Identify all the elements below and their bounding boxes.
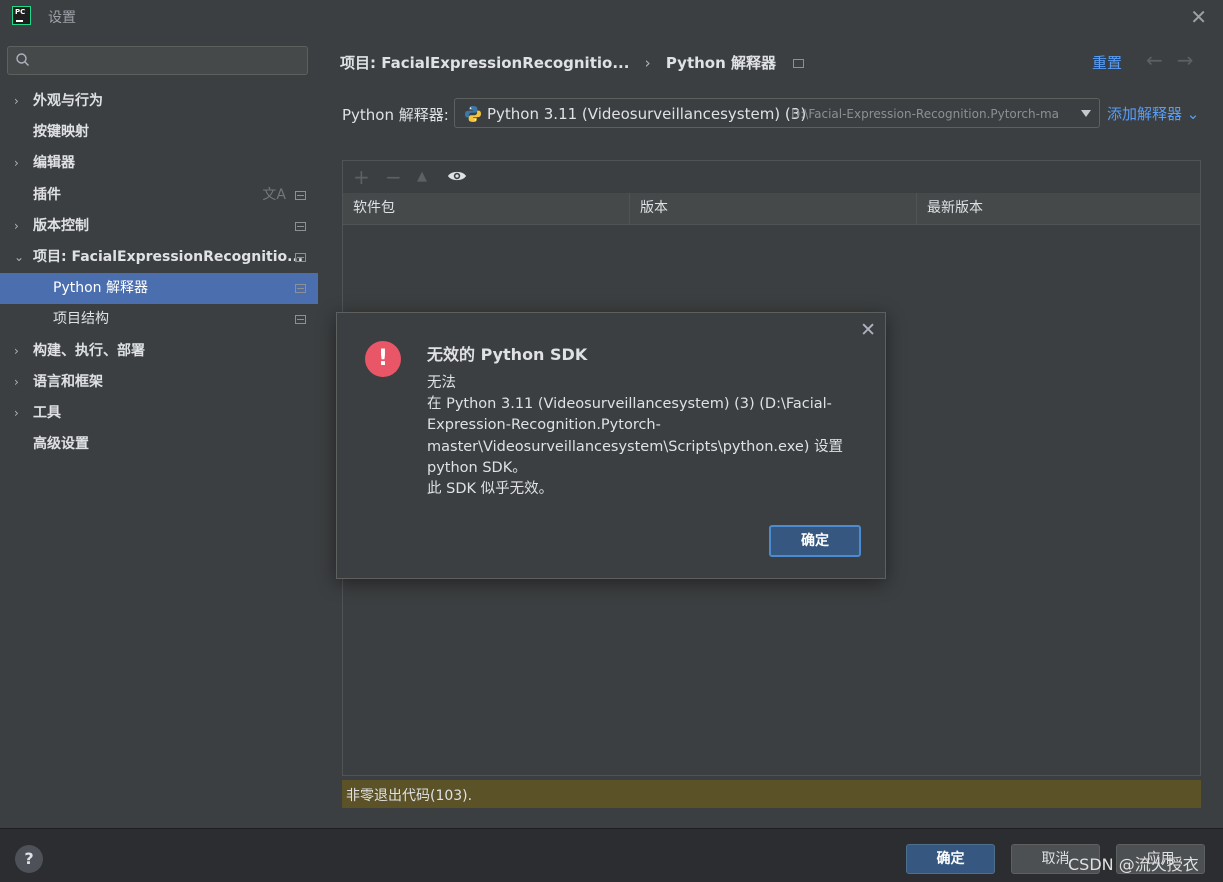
dialog-message-line: 此 SDK 似乎无效。 [427,481,554,498]
add-package-icon[interactable]: + [353,165,370,189]
sidebar-item-label: 高级设置 [33,436,89,453]
watermark: CSDN @流火授衣 [1068,855,1199,874]
interpreter-select[interactable]: Python 3.11 (Videosurveillancesystem) (3… [454,98,1100,128]
project-scope-icon [295,190,306,200]
chevron-right-icon: › [14,343,19,358]
project-scope-icon [295,252,306,262]
interpreter-label: Python 解释器: [342,106,449,124]
dialog-footer: ? 确定 取消 应用 [0,828,1223,882]
dialog-message-line: python SDK。 [427,459,527,476]
sidebar-item-label: 版本控制 [33,217,89,234]
breadcrumb-separator: › [644,54,651,72]
settings-sidebar: › 外观与行为 按键映射 › 编辑器 插件 文A › 版本控制 ⌄ 项目: Fa… [0,32,318,828]
window-title: 设置 [48,10,76,26]
sidebar-item-plugins[interactable]: 插件 文A [0,180,318,211]
translate-icon: 文A [262,186,286,203]
chevron-right-icon: › [14,374,19,389]
sidebar-item-label: 工具 [33,404,61,421]
dialog-ok-button[interactable]: 确定 [769,525,861,557]
search-icon [16,53,29,66]
dialog-message-line: 无法 [427,375,456,391]
sidebar-item-version-control[interactable]: › 版本控制 [0,211,318,242]
forward-arrow-icon[interactable]: → [1177,48,1208,72]
close-icon[interactable]: ✕ [860,319,876,341]
sidebar-item-python-interpreter[interactable]: Python 解释器 [0,273,318,305]
help-button[interactable]: ? [15,845,43,873]
sidebar-item-label: 外观与行为 [33,93,103,109]
sidebar-item-label: 项目结构 [53,311,109,328]
status-message: 非零退出代码(103). [346,788,473,804]
settings-search-input[interactable] [7,46,308,75]
sidebar-item-build[interactable]: › 构建、执行、部署 [0,336,318,367]
sidebar-item-editor[interactable]: › 编辑器 [0,148,318,179]
dialog-title: 无效的 Python SDK [427,345,588,364]
title-bar: PC 设置 ✕ [0,0,1223,32]
sidebar-item-appearance[interactable]: › 外观与行为 [0,86,318,117]
chevron-down-icon: ⌄ [14,249,25,264]
window-close-icon[interactable]: ✕ [1190,5,1207,29]
status-bar: 非零退出代码(103). [342,780,1201,808]
back-arrow-icon[interactable]: ← [1146,48,1177,72]
column-header-version[interactable]: 版本 [630,193,917,224]
column-header-latest-version[interactable]: 最新版本 [917,193,1200,224]
remove-package-icon[interactable]: − [385,165,402,189]
settings-nav-tree: › 外观与行为 按键映射 › 编辑器 插件 文A › 版本控制 ⌄ 项目: Fa… [0,86,318,460]
column-header-package[interactable]: 软件包 [343,193,630,224]
eye-icon[interactable] [447,169,467,183]
dialog-message: 无法 在 Python 3.11 (Videosurveillancesyste… [427,373,867,500]
packages-toolbar: + − ▲ [343,161,1200,194]
project-scope-icon [295,284,306,294]
chevron-right-icon: › [14,156,19,171]
dialog-message-line: Expression-Recognition.Pytorch- [427,417,661,434]
chevron-right-icon: › [14,405,19,420]
pycharm-logo-icon: PC [12,6,31,25]
packages-table-header: 软件包 版本 最新版本 [343,193,1200,225]
ok-button[interactable]: 确定 [906,844,995,874]
breadcrumb-item-project[interactable]: 项目: FacialExpressionRecognitio... [340,54,629,72]
sidebar-item-advanced[interactable]: 高级设置 [0,429,318,460]
sidebar-item-project-structure[interactable]: 项目结构 [0,304,318,335]
sidebar-item-label: 编辑器 [33,155,75,172]
reset-link[interactable]: 重置 [1092,52,1122,73]
chevron-right-icon: › [14,218,19,233]
back-forward-arrows: ←→ [1146,48,1208,72]
sidebar-item-label: 构建、执行、部署 [33,342,145,359]
project-scope-icon [295,221,306,231]
python-icon [465,106,481,122]
interpreter-path: D:\Facial-Expression-Recognition.Pytorch… [791,107,1060,121]
dropdown-caret-icon [1081,110,1091,117]
sidebar-item-label: 插件 [33,186,61,203]
project-scope-icon [793,59,805,68]
breadcrumb: 项目: FacialExpressionRecognitio... › Pyth… [340,52,805,73]
sidebar-item-label: 项目: FacialExpressionRecognitio... [33,248,304,265]
error-icon: ! [365,341,401,377]
sidebar-item-keymap[interactable]: 按键映射 [0,117,318,148]
dialog-message-line: 在 Python 3.11 (Videosurveillancesystem) … [427,396,832,413]
sidebar-item-tools[interactable]: › 工具 [0,398,318,429]
sidebar-item-languages[interactable]: › 语言和框架 [0,367,318,398]
breadcrumb-item-interpreter: Python 解释器 [665,54,776,72]
upgrade-package-icon[interactable]: ▲ [417,169,427,184]
sidebar-item-label: 按键映射 [33,124,89,141]
project-scope-icon [295,315,306,325]
invalid-sdk-dialog: ✕ ! 无效的 Python SDK 无法 在 Python 3.11 (Vid… [336,312,886,579]
add-interpreter-link[interactable]: 添加解释器 ⌄ [1107,103,1199,124]
sidebar-item-label: Python 解释器 [53,280,148,297]
sidebar-item-label: 语言和框架 [33,373,103,390]
chevron-right-icon: › [14,94,19,108]
interpreter-value: Python 3.11 (Videosurveillancesystem) (3… [487,105,807,123]
dialog-message-line: master\Videosurveillancesystem\Scripts\p… [427,438,844,455]
sidebar-item-project[interactable]: ⌄ 项目: FacialExpressionRecognitio... [0,242,318,273]
